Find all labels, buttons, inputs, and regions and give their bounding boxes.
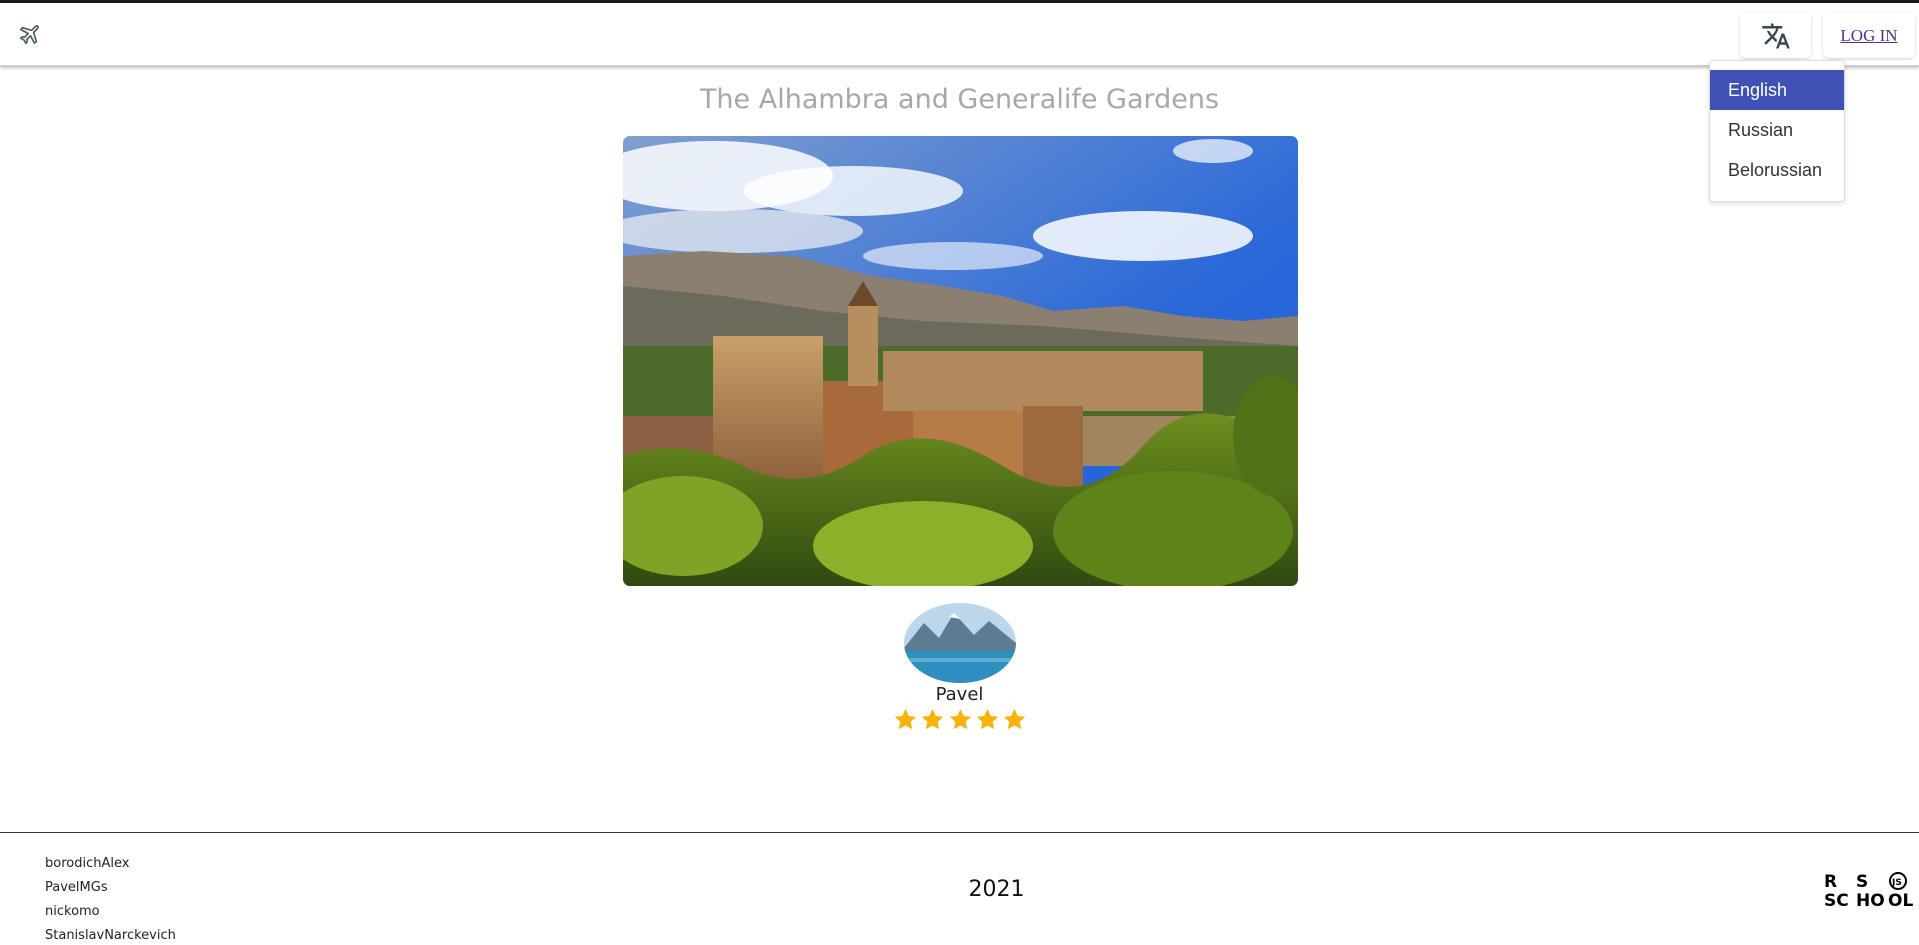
language-option-english[interactable]: English: [1710, 70, 1844, 110]
language-menu: English Russian Belorussian: [1709, 60, 1845, 202]
developer-link[interactable]: nickomo: [45, 904, 100, 919]
rating-stars: [893, 707, 1027, 735]
svg-text:JS: JS: [1891, 878, 1902, 888]
svg-text:HO: HO: [1856, 891, 1885, 910]
star-icon: [949, 709, 971, 730]
star-icon: [894, 709, 917, 730]
place-title: The Alhambra and Generalife Gardens: [699, 84, 1220, 115]
copyright-year: 2021: [968, 877, 1025, 902]
svg-text:S: S: [1856, 872, 1868, 892]
translate-icon: [1761, 23, 1790, 48]
home-button[interactable]: [14, 19, 44, 49]
developer-link[interactable]: borodichAlex: [45, 856, 129, 871]
developer-link[interactable]: StanislavNarckevich: [45, 928, 176, 943]
login-button[interactable]: LOG IN: [1823, 13, 1915, 58]
star-icon: [1003, 709, 1026, 730]
svg-text:OL: OL: [1888, 891, 1913, 910]
login-label: LOG IN: [1840, 25, 1898, 45]
airplane-icon: [19, 25, 39, 45]
language-option-belorussian[interactable]: Belorussian: [1710, 150, 1844, 190]
place-photo: [623, 136, 1298, 586]
svg-text:R: R: [1824, 872, 1837, 892]
rs-school-logo[interactable]: R S JS SC HO OL: [1824, 870, 1919, 911]
author-name: Pavel: [935, 684, 984, 705]
star-icon: [976, 709, 998, 730]
author-avatar: [904, 603, 1016, 683]
language-option-russian[interactable]: Russian: [1710, 110, 1844, 150]
app-header: LOG IN: [0, 3, 1919, 66]
star-icon: [922, 709, 944, 730]
language-button[interactable]: [1740, 13, 1811, 58]
svg-text:SC: SC: [1824, 891, 1849, 910]
